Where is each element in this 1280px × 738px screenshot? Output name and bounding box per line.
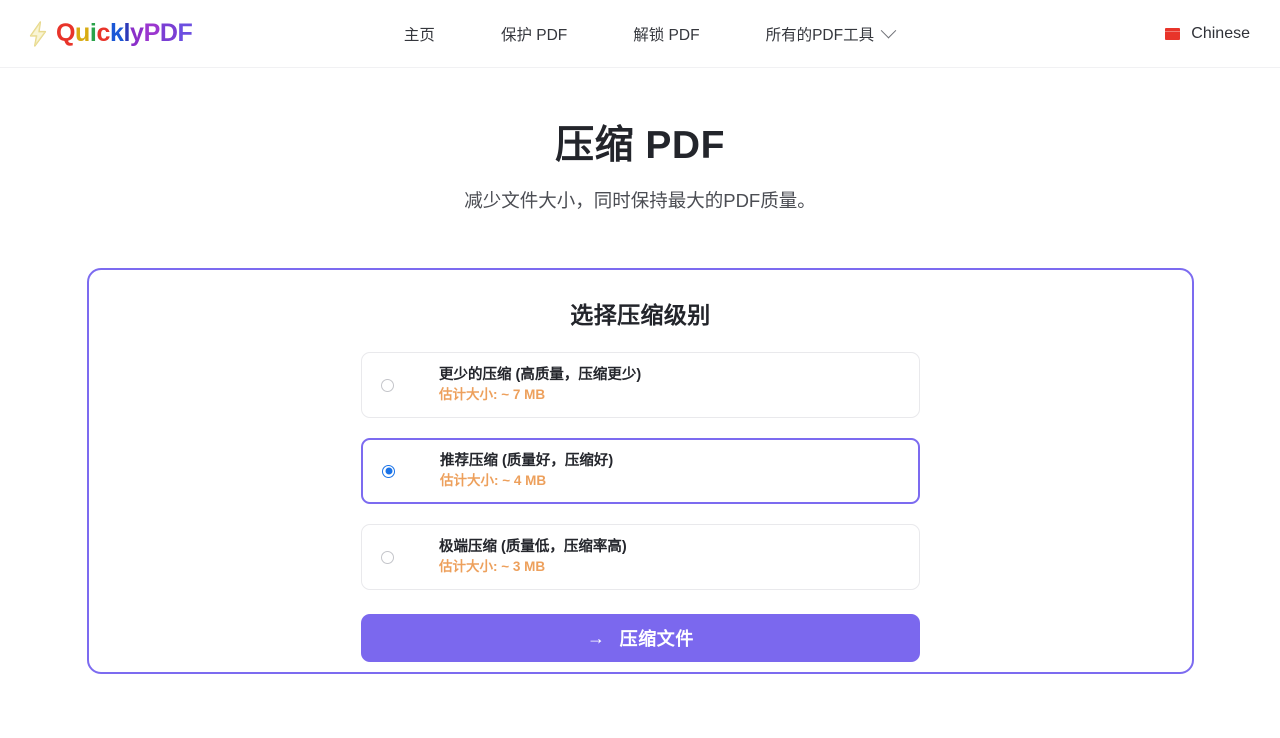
chevron-down-icon [880, 22, 897, 39]
option-extreme-compression[interactable]: 极端压缩 (质量低，压缩率高) 估计大小: ~ 3 MB [361, 524, 920, 590]
option-less-compression[interactable]: 更少的压缩 (高质量，压缩更少) 估计大小: ~ 7 MB [361, 352, 920, 418]
brand-letter: y [130, 19, 144, 47]
language-label: Chinese [1191, 24, 1250, 42]
compress-file-button[interactable]: → 压缩文件 [361, 614, 920, 662]
option-text: 极端压缩 (质量低，压缩率高) 估计大小: ~ 3 MB [439, 538, 627, 576]
nav-item-home[interactable]: 主页 [371, 17, 468, 51]
brand-letter: P [143, 19, 161, 47]
compression-level-card: 选择压缩级别 更少的压缩 (高质量，压缩更少) 估计大小: ~ 7 MB 推荐压… [87, 268, 1194, 674]
brand-logo[interactable]: QuicklyPDF [27, 19, 193, 47]
option-label: 推荐压缩 (质量好，压缩好) [440, 453, 614, 469]
radio-button[interactable] [382, 464, 395, 478]
compress-file-label: 压缩文件 [619, 629, 694, 649]
main-navigation: 主页 保护 PDF 解锁 PDF 所有的PDF工具 [353, 17, 927, 51]
china-flag-icon [1165, 27, 1181, 40]
nav-item-label: 解锁 PDF [633, 26, 700, 44]
option-text: 更少的压缩 (高质量，压缩更少) 估计大小: ~ 7 MB [439, 366, 641, 404]
compression-options-group: 更少的压缩 (高质量，压缩更少) 估计大小: ~ 7 MB 推荐压缩 (质量好，… [89, 352, 1192, 590]
radio-button[interactable] [381, 550, 394, 564]
nav-item-unlock-pdf[interactable]: 解锁 PDF [600, 17, 732, 51]
site-header: QuicklyPDF 主页 保护 PDF 解锁 PDF 所有的PDF工具 Chi… [0, 0, 1280, 68]
page-subtitle: 减少文件大小，同时保持最大的PDF质量。 [464, 189, 816, 211]
page-title: 压缩 PDF [555, 124, 725, 167]
nav-item-all-pdf-tools[interactable]: 所有的PDF工具 [733, 17, 928, 51]
radio-button[interactable] [381, 378, 394, 392]
option-estimated-size: 估计大小: ~ 7 MB [439, 387, 546, 403]
brand-letter: Q [56, 19, 76, 47]
brand-letter: F [177, 19, 193, 47]
nav-item-label: 所有的PDF工具 [765, 26, 875, 44]
arrow-right-icon: → [586, 627, 606, 648]
option-text: 推荐压缩 (质量好，压缩好) 估计大小: ~ 4 MB [440, 452, 613, 490]
brand-letter: k [109, 19, 124, 47]
card-title: 选择压缩级别 [570, 302, 711, 328]
brand-letter: D [159, 19, 178, 47]
brand-letter: u [75, 19, 90, 47]
option-estimated-size: 估计大小: ~ 3 MB [439, 559, 546, 575]
nav-item-protect-pdf[interactable]: 保护 PDF [468, 17, 600, 51]
nav-item-label: 主页 [403, 26, 435, 44]
option-estimated-size: 估计大小: ~ 4 MB [440, 473, 547, 489]
hero-section: 压缩 PDF 减少文件大小，同时保持最大的PDF质量。 [0, 68, 1280, 213]
nav-item-label: 保护 PDF [500, 26, 568, 44]
brand-letter: c [96, 19, 110, 47]
brand-wordmark: QuicklyPDF [56, 19, 193, 47]
lightning-bolt-icon [29, 20, 47, 47]
option-recommended-compression[interactable]: 推荐压缩 (质量好，压缩好) 估计大小: ~ 4 MB [361, 438, 920, 504]
option-label: 更少的压缩 (高质量，压缩更少) [439, 367, 642, 383]
submit-row: → 压缩文件 [89, 614, 1192, 662]
language-selector[interactable]: Chinese [1165, 25, 1250, 43]
option-label: 极端压缩 (质量低，压缩率高) [439, 539, 627, 555]
